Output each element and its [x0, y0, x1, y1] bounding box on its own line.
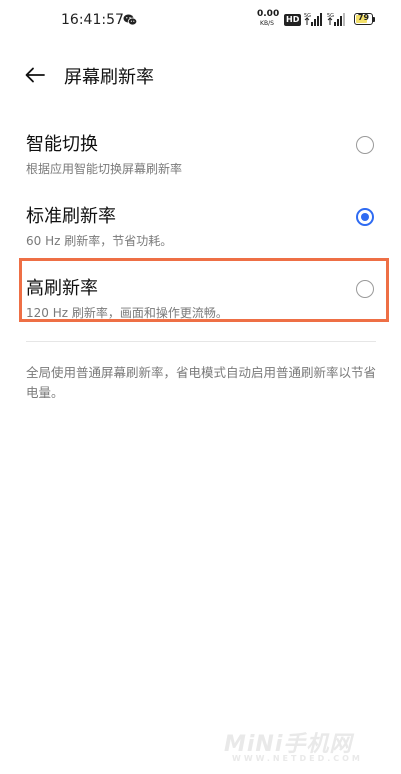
network-speed: 0.00 KB/S	[257, 9, 280, 28]
radio-button[interactable]	[356, 280, 374, 298]
signal-icon: 5G	[327, 13, 345, 26]
signal-icon: 5G	[304, 13, 322, 26]
option-smart-switch[interactable]: 智能切换 根据应用智能切换屏幕刷新率	[0, 124, 401, 188]
option-title: 标准刷新率	[26, 206, 116, 227]
divider	[26, 341, 376, 342]
option-standard-refresh[interactable]: 标准刷新率 60 Hz 刷新率，节省功耗。	[0, 196, 401, 260]
network-speed-value: 0.00	[257, 9, 280, 19]
watermark-url: WWW.NETDED.COM	[232, 754, 363, 763]
radio-button[interactable]	[356, 136, 374, 154]
footnote-text: 全局使用普通屏幕刷新率，省电模式自动启用普通刷新率以节省电量。	[26, 365, 377, 400]
hd-badge: HD	[284, 14, 302, 26]
battery-icon: 79	[354, 13, 373, 25]
status-time: 16:41:57	[61, 12, 124, 28]
back-button[interactable]	[20, 60, 50, 90]
status-bar: 16:41:57 0.00 KB/S HD 5G 5G 79	[0, 0, 401, 44]
arrow-left-icon	[25, 67, 45, 83]
option-description: 根据应用智能切换屏幕刷新率	[26, 162, 183, 176]
option-title: 智能切换	[26, 134, 98, 155]
page-title: 屏幕刷新率	[64, 67, 154, 88]
option-title: 高刷新率	[26, 278, 98, 299]
option-description: 60 Hz 刷新率，节省功耗。	[26, 234, 173, 248]
battery-tip	[373, 17, 375, 22]
network-speed-unit: KB/S	[260, 20, 274, 27]
radio-button[interactable]	[356, 208, 374, 226]
battery-level: 79	[357, 13, 370, 22]
option-description: 120 Hz 刷新率，画面和操作更流畅。	[26, 306, 228, 320]
option-high-refresh[interactable]: 高刷新率 120 Hz 刷新率，画面和操作更流畅。	[0, 268, 401, 332]
wechat-icon	[123, 14, 137, 26]
watermark: MiNi手机网 WWW.NETDED.COM	[224, 726, 384, 766]
